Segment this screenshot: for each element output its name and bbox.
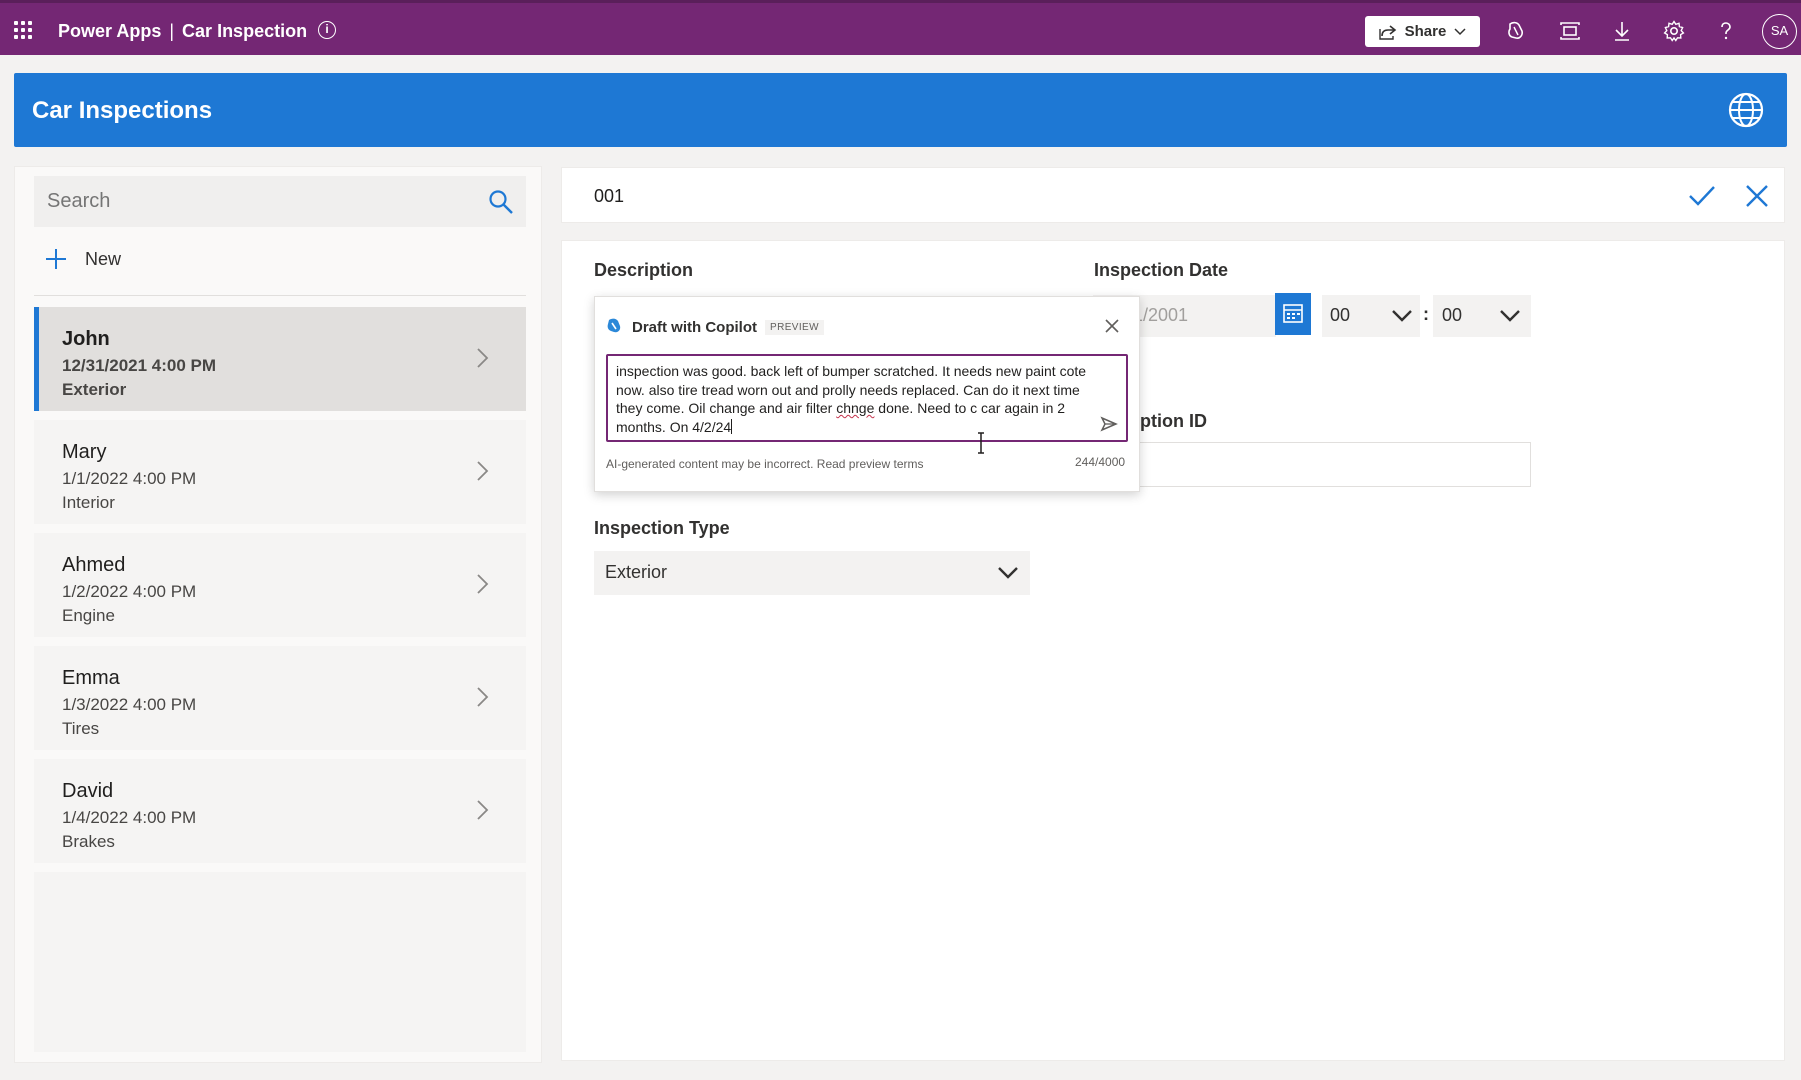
list-empty-area <box>34 872 526 1052</box>
chevron-down-icon <box>1454 27 1466 35</box>
prompt-text: inspection was good. back left of bumper… <box>616 363 1086 435</box>
calendar-icon <box>1283 304 1303 323</box>
copilot-title: Draft with Copilot <box>632 319 757 336</box>
description-label: Description <box>594 260 694 280</box>
item-type: Tires <box>62 719 100 738</box>
settings-icon[interactable] <box>1662 19 1686 43</box>
app-name[interactable]: Power Apps <box>58 21 161 41</box>
list-item[interactable]: Ahmed 1/2/2022 4:00 PM Engine <box>34 533 526 637</box>
inspection-type-dropdown[interactable]: Exterior <box>594 551 1030 595</box>
user-avatar[interactable]: SA <box>1762 14 1797 49</box>
waffle-icon[interactable] <box>14 21 32 39</box>
item-date: 12/31/2021 4:00 PM <box>62 356 217 375</box>
chevron-right-icon[interactable] <box>476 460 490 482</box>
chevron-right-icon[interactable] <box>476 347 490 369</box>
info-icon[interactable]: i <box>318 21 336 39</box>
records-gallery: New John 12/31/2021 4:00 PM Exterior Mar… <box>14 166 542 1063</box>
item-type: Interior <box>62 493 115 512</box>
new-label: New <box>85 248 122 269</box>
help-icon[interactable] <box>1714 19 1738 43</box>
item-date: 1/4/2022 4:00 PM <box>62 808 197 827</box>
item-name: Mary <box>62 441 107 463</box>
search-icon[interactable] <box>488 189 514 215</box>
breadcrumb-separator: | <box>169 21 175 41</box>
item-name: Emma <box>62 667 120 689</box>
document-name: Car Inspection <box>182 21 308 41</box>
close-icon[interactable] <box>1744 183 1770 209</box>
item-name: John <box>62 328 110 350</box>
calendar-button[interactable] <box>1275 293 1311 335</box>
top-bar: Power Apps | Car Inspection i Share SA <box>0 0 1801 55</box>
chevron-down-icon <box>1392 310 1412 322</box>
ai-disclaimer-link[interactable]: AI-generated content may be incorrect. R… <box>606 457 923 471</box>
preview-badge: PREVIEW <box>765 320 824 335</box>
date-value: 1/2001 <box>1133 305 1189 325</box>
inspection-type-value: Exterior <box>605 562 668 582</box>
share-icon <box>1378 24 1396 40</box>
copilot-draft-popup: Draft with Copilot PREVIEW inspection wa… <box>594 296 1140 492</box>
misspelled-word: chnge <box>836 400 875 416</box>
app-title: Car Inspections <box>32 97 213 124</box>
minute-value: 00 <box>1442 305 1463 325</box>
copilot-icon[interactable] <box>1504 19 1528 43</box>
chevron-right-icon[interactable] <box>476 686 490 708</box>
checkmark-icon[interactable] <box>1688 183 1716 209</box>
item-date: 1/1/2022 4:00 PM <box>62 469 197 488</box>
hour-dropdown[interactable]: 00 <box>1322 295 1420 337</box>
item-type: Exterior <box>62 380 127 399</box>
hour-value: 00 <box>1330 305 1351 325</box>
divider <box>34 295 526 296</box>
inspection-type-label: Inspection Type <box>594 518 730 538</box>
record-id: 001 <box>594 186 625 206</box>
record-header: 001 <box>561 167 1785 223</box>
text-caret <box>731 418 733 434</box>
search-box <box>34 176 526 227</box>
app-header: Car Inspections <box>14 73 1787 147</box>
share-label: Share <box>1404 23 1447 40</box>
new-record-button[interactable]: New <box>45 244 121 274</box>
close-icon[interactable] <box>1104 318 1120 334</box>
send-icon[interactable] <box>1100 415 1118 433</box>
download-icon[interactable] <box>1610 19 1634 43</box>
list-item[interactable]: John 12/31/2021 4:00 PM Exterior <box>34 307 526 411</box>
chevron-down-icon <box>1500 310 1520 322</box>
list-item[interactable]: Emma 1/3/2022 4:00 PM Tires <box>34 646 526 750</box>
list-item[interactable]: Mary 1/1/2022 4:00 PM Interior <box>34 420 526 524</box>
item-name: David <box>62 780 114 802</box>
character-count: 244/4000 <box>1075 455 1126 469</box>
chevron-down-icon <box>998 567 1018 579</box>
time-separator: : <box>1423 304 1429 324</box>
globe-icon[interactable] <box>1727 91 1765 129</box>
item-date: 1/3/2022 4:00 PM <box>62 695 197 714</box>
search-input[interactable] <box>34 176 474 227</box>
share-button[interactable]: Share <box>1365 16 1480 47</box>
plus-icon <box>46 249 66 269</box>
inspection-date-label: Inspection Date <box>1094 260 1229 280</box>
minute-dropdown[interactable]: 00 <box>1433 295 1531 337</box>
text-cursor-icon <box>978 432 984 454</box>
item-type: Brakes <box>62 832 115 851</box>
list-item[interactable]: David 1/4/2022 4:00 PM Brakes <box>34 759 526 863</box>
chevron-right-icon[interactable] <box>476 573 490 595</box>
description-id-input[interactable] <box>1093 442 1531 487</box>
item-name: Ahmed <box>62 554 126 576</box>
app-breadcrumb: Power Apps | Car Inspection <box>58 21 307 42</box>
item-date: 1/2/2022 4:00 PM <box>62 582 197 601</box>
copilot-logo-icon <box>607 318 621 333</box>
item-type: Engine <box>62 606 115 625</box>
fit-screen-icon[interactable] <box>1558 19 1582 43</box>
chevron-right-icon[interactable] <box>476 799 490 821</box>
copilot-prompt-textarea[interactable]: inspection was good. back left of bumper… <box>606 354 1128 442</box>
